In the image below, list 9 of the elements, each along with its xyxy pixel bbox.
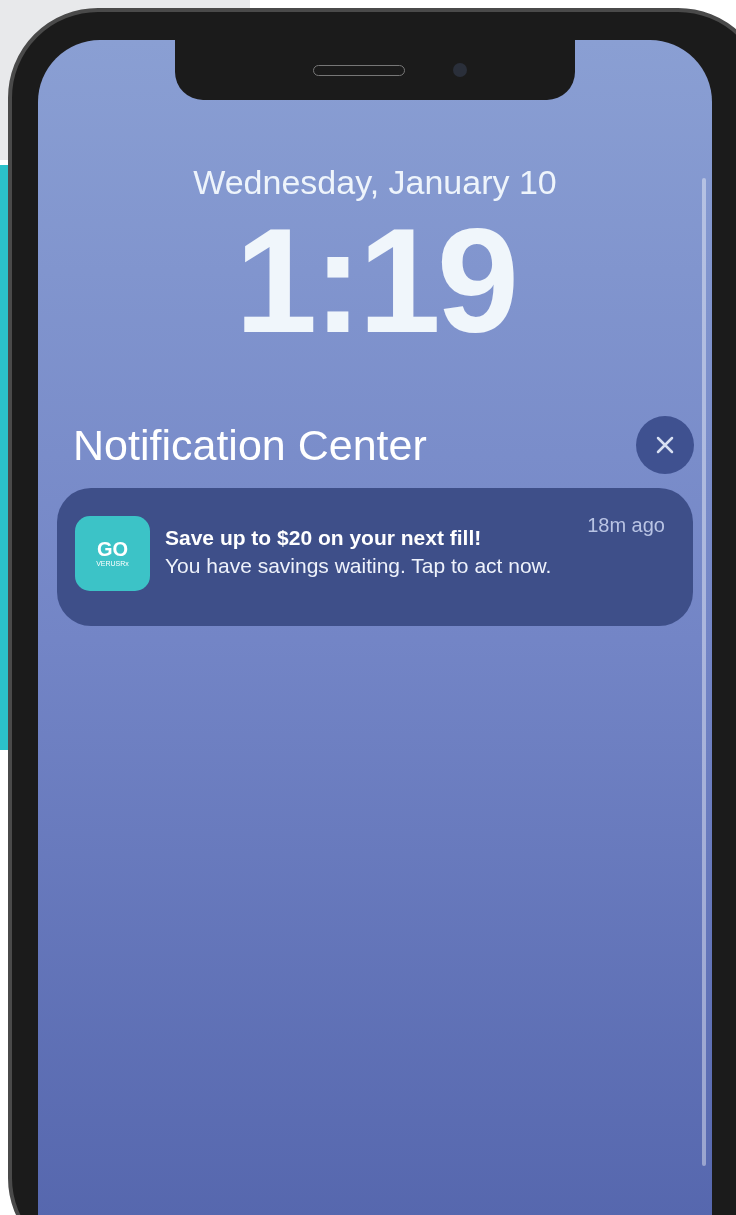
date-text: Wednesday, January 10 <box>193 162 557 203</box>
notification-body: You have savings waiting. Tap to act now. <box>165 553 552 579</box>
section-title: Notification Center <box>73 420 427 471</box>
camera-lens <box>453 63 467 77</box>
close-icon <box>655 435 675 455</box>
notification-time: 18m ago <box>587 513 665 538</box>
notification-title: Save up to $20 on your next fill! <box>165 525 483 551</box>
clock-time: 1:19 <box>234 206 516 356</box>
logo-mark: GO <box>96 539 129 559</box>
